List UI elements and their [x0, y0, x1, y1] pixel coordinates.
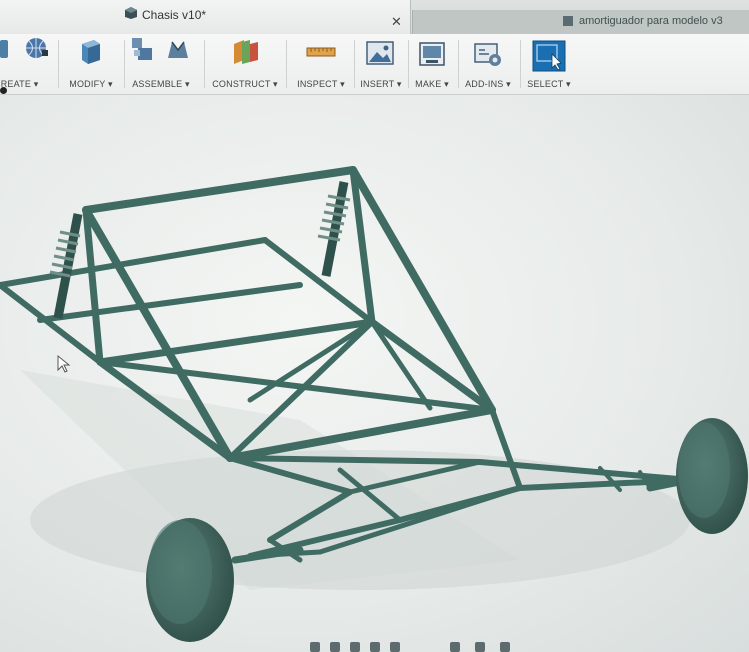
- make-menu[interactable]: MAKE ▾: [412, 34, 452, 94]
- add-ins-icon: [474, 43, 501, 66]
- toolbar-separator: [58, 40, 59, 88]
- modify-icon: [82, 40, 100, 64]
- document-cube-icon: [125, 7, 137, 19]
- viewports-icon[interactable]: [500, 642, 510, 652]
- pan-icon[interactable]: [350, 642, 360, 652]
- insert-icon: [366, 41, 394, 65]
- toolbar-separator: [408, 40, 409, 88]
- inspect-menu[interactable]: INSPECT ▾: [292, 34, 350, 94]
- look-at-icon[interactable]: [330, 642, 340, 652]
- inspect-label: INSPECT ▾: [297, 79, 345, 89]
- toolbar-separator: [354, 40, 355, 88]
- tab-bar: Chasis v10* ✕ amortiguador para modelo v…: [0, 0, 749, 34]
- assemble-menu[interactable]: ASSEMBLE ▾: [128, 34, 194, 94]
- document-icon: [563, 16, 573, 26]
- inspect-icon: [306, 47, 336, 57]
- display-settings-icon[interactable]: [450, 642, 460, 652]
- grid-settings-icon[interactable]: [475, 642, 485, 652]
- create-label: CREATE ▾: [0, 79, 39, 89]
- modify-label: MODIFY ▾: [69, 79, 113, 89]
- orbit-icon[interactable]: [310, 642, 320, 652]
- toolbar: CREATE ▾ MODIFY ▾ ASSEMBLE ▾ CONSTRUCT ▾: [0, 34, 749, 95]
- toolbar-separator: [204, 40, 205, 88]
- tab-document-amortiguador[interactable]: amortiguador para modelo v3: [412, 10, 749, 34]
- wheel-front-left: [146, 518, 234, 642]
- add-ins-menu[interactable]: ADD-INS ▾: [462, 34, 514, 94]
- shock-absorber-right: [317, 181, 351, 277]
- select-menu[interactable]: SELECT ▾: [524, 34, 574, 94]
- close-icon[interactable]: ✕: [391, 14, 402, 30]
- zoom-icon[interactable]: [370, 642, 380, 652]
- modify-menu[interactable]: MODIFY ▾: [64, 34, 118, 94]
- select-label: SELECT ▾: [527, 79, 571, 89]
- wheel-rear-right: [676, 418, 748, 534]
- toolbar-separator: [124, 40, 125, 88]
- tab-document-chasis[interactable]: Chasis v10* ✕: [0, 0, 411, 34]
- chassis-model: [0, 166, 748, 642]
- browser-toggle-icon[interactable]: [0, 87, 7, 94]
- construct-icon: [234, 40, 258, 64]
- toolbar-separator: [286, 40, 287, 88]
- fit-icon[interactable]: [390, 642, 400, 652]
- construct-label: CONSTRUCT ▾: [212, 79, 278, 89]
- shock-absorber-left: [49, 213, 83, 319]
- assemble-icon: [132, 38, 188, 60]
- make-label: MAKE ▾: [415, 79, 449, 89]
- tab-title: Chasis v10*: [142, 8, 207, 22]
- insert-label: INSERT ▾: [360, 79, 402, 89]
- select-icon: [532, 40, 566, 72]
- insert-menu[interactable]: INSERT ▾: [358, 34, 404, 94]
- mouse-cursor-icon: [57, 354, 71, 373]
- assemble-label: ASSEMBLE ▾: [132, 79, 190, 89]
- make-icon: [419, 42, 445, 66]
- tab-title-inactive: amortiguador para modelo v3: [579, 15, 723, 27]
- create-menu[interactable]: CREATE ▾: [0, 34, 52, 94]
- viewport-canvas[interactable]: [0, 95, 749, 652]
- add-ins-label: ADD-INS ▾: [465, 79, 511, 89]
- toolbar-separator: [458, 40, 459, 88]
- toolbar-separator: [520, 40, 521, 88]
- construct-menu[interactable]: CONSTRUCT ▾: [210, 34, 280, 94]
- create-icon: [0, 38, 48, 58]
